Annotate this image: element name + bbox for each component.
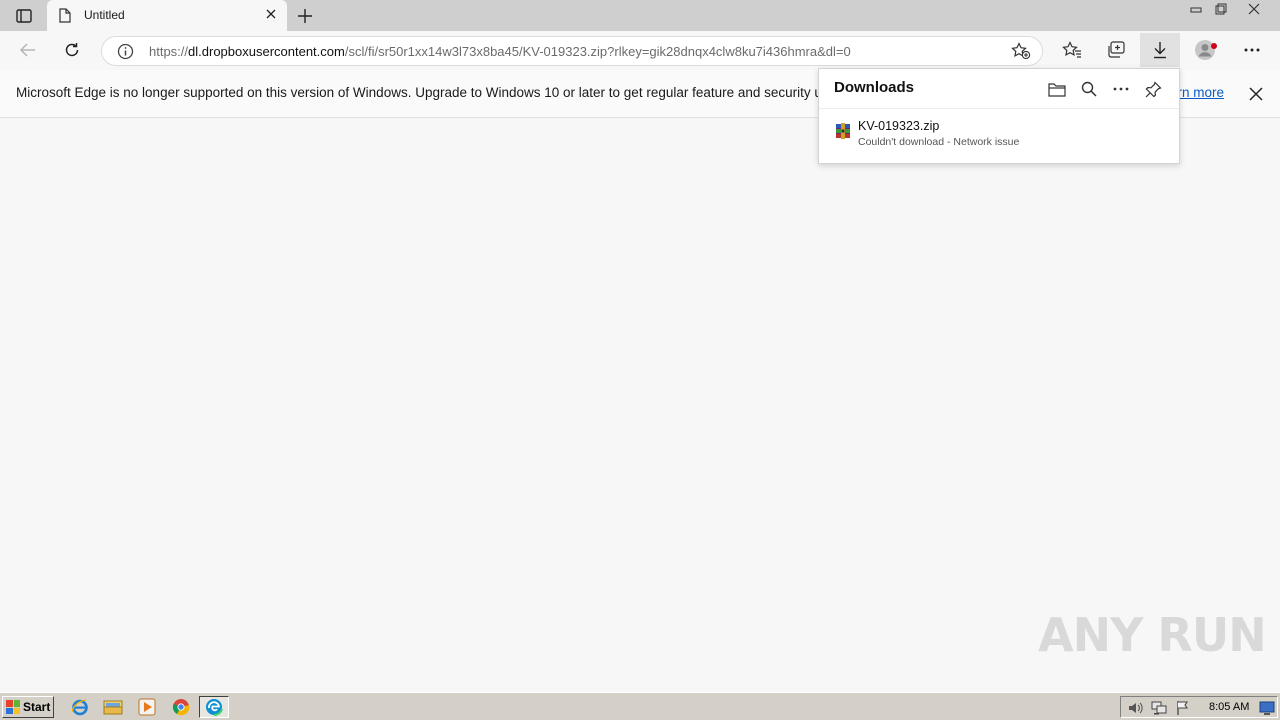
taskbar: Start 8:05 AM (0, 692, 1280, 720)
downloads-flyout: Downloads KV-019323.zip Couldn't downloa… (818, 68, 1180, 164)
downloads-button[interactable] (1140, 33, 1180, 67)
search-icon (1081, 81, 1097, 97)
infobar-close-button[interactable] (1246, 84, 1266, 108)
windows-logo-icon (6, 700, 20, 714)
minimize-button[interactable] (1183, 0, 1208, 18)
favorites-button[interactable] (1057, 35, 1087, 65)
volume-icon[interactable] (1127, 700, 1143, 716)
tab-actions-icon (16, 9, 32, 23)
close-icon (1248, 3, 1259, 15)
restore-button[interactable] (1208, 0, 1233, 18)
folder-icon (1048, 82, 1066, 97)
search-downloads-button[interactable] (1078, 78, 1100, 100)
restore-icon (1215, 3, 1226, 15)
close-icon (1249, 87, 1263, 101)
system-tray: 8:05 AM (1120, 696, 1278, 718)
download-icon (1154, 42, 1166, 59)
watermark-logo: ANY RUN (1038, 608, 1267, 662)
media-player-icon (138, 698, 156, 716)
taskbar-media-player[interactable] (135, 696, 159, 718)
folder-icon (103, 700, 123, 715)
new-tab-button[interactable] (294, 5, 316, 27)
start-label: Start (23, 700, 51, 714)
refresh-icon (65, 43, 79, 57)
url-scheme: https:// (149, 44, 189, 59)
toolbar: https://dl.dropboxusercontent.com/scl/fi… (0, 31, 1280, 70)
settings-more-button[interactable] (1237, 35, 1267, 65)
close-icon (266, 9, 276, 19)
infobar-message: Microsoft Edge is no longer supported on… (16, 85, 822, 100)
show-desktop-icon[interactable] (1259, 700, 1275, 716)
favorites-icon (1062, 41, 1081, 58)
internet-explorer-icon (71, 699, 88, 716)
taskbar-edge[interactable] (199, 696, 229, 718)
taskbar-internet-explorer[interactable] (68, 696, 92, 718)
url-text[interactable]: https://dl.dropboxusercontent.com/scl/fi… (149, 44, 851, 59)
tab-close-button[interactable] (263, 8, 279, 24)
back-button[interactable] (13, 35, 43, 65)
download-status: Couldn't download - Network issue (858, 136, 1020, 148)
action-center-flag-icon[interactable] (1175, 700, 1191, 716)
taskbar-file-explorer[interactable] (101, 696, 125, 718)
zip-archive-icon (836, 123, 850, 139)
collections-button[interactable] (1101, 35, 1131, 65)
back-arrow-icon (20, 43, 35, 57)
downloads-more-button[interactable] (1110, 78, 1132, 100)
watermark-text: ANY RUN (1038, 608, 1267, 662)
page-icon (59, 8, 71, 23)
open-downloads-folder-button[interactable] (1046, 78, 1068, 100)
more-icon (1244, 48, 1260, 52)
info-icon[interactable] (117, 43, 134, 60)
more-icon (1113, 87, 1129, 91)
chrome-icon (172, 699, 190, 716)
avatar (1195, 40, 1217, 60)
edge-icon (206, 699, 223, 716)
pin-downloads-button[interactable] (1142, 78, 1164, 100)
close-window-button[interactable] (1241, 0, 1266, 18)
title-bar: Untitled (0, 0, 1280, 31)
address-bar[interactable]: https://dl.dropboxusercontent.com/scl/fi… (101, 36, 1043, 66)
tab-actions-button[interactable] (9, 6, 39, 26)
downloads-title: Downloads (834, 79, 915, 96)
refresh-button[interactable] (57, 35, 87, 65)
pin-icon (1145, 80, 1162, 97)
profile-button[interactable] (1191, 35, 1221, 65)
start-button[interactable]: Start (2, 696, 54, 718)
download-file-name[interactable]: KV-019323.zip (858, 119, 939, 133)
url-path: /scl/fi/sr50r1xx14w3l73x8ba45/KV-019323.… (344, 44, 851, 59)
url-host: dl.dropboxusercontent.com (188, 44, 345, 59)
taskbar-chrome[interactable] (169, 696, 193, 718)
plus-icon (298, 9, 312, 23)
browser-tab[interactable]: Untitled (47, 0, 287, 31)
minimize-icon (1190, 7, 1201, 13)
clock[interactable]: 8:05 AM (1209, 701, 1249, 713)
divider (819, 108, 1179, 109)
collections-icon (1108, 41, 1125, 58)
network-icon[interactable] (1151, 700, 1167, 716)
download-item[interactable]: KV-019323.zip Couldn't download - Networ… (819, 113, 1179, 157)
tab-title: Untitled (84, 8, 125, 22)
add-favorite-icon[interactable] (1011, 42, 1031, 60)
